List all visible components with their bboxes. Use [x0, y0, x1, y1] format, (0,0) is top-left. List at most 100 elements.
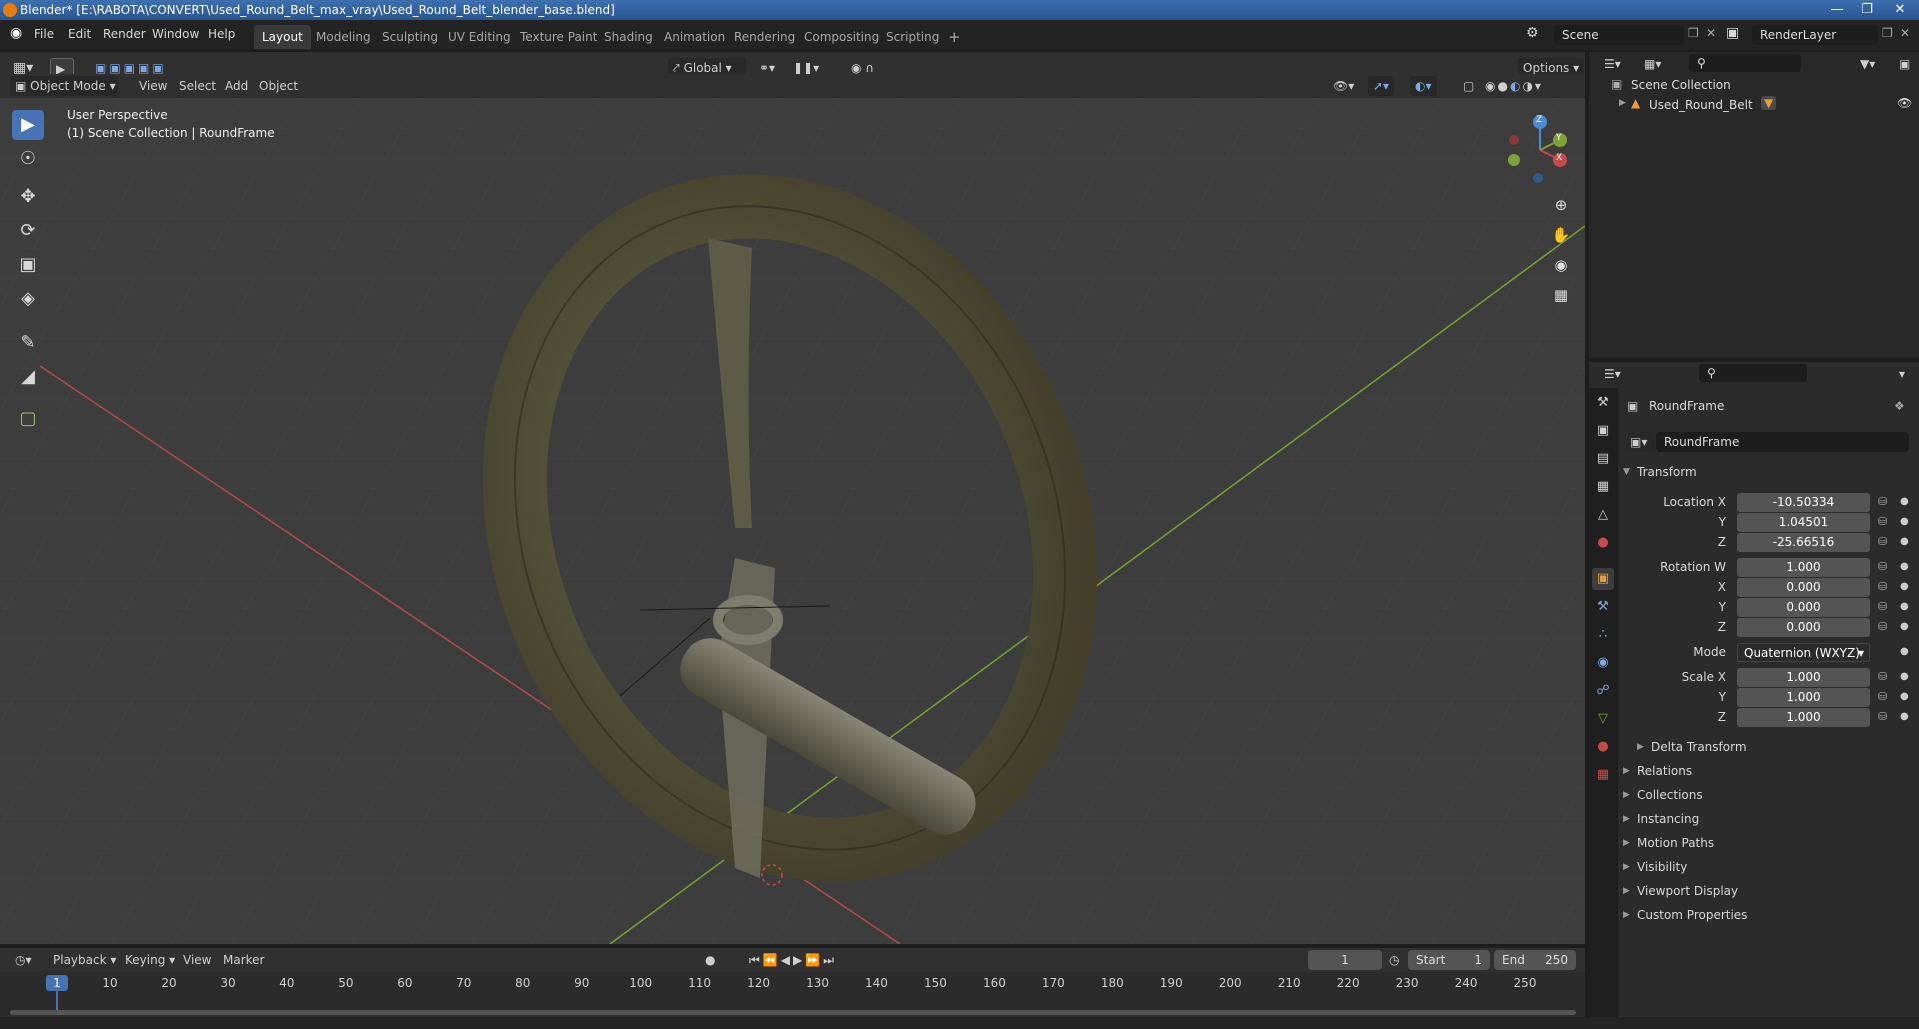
properties-search-input[interactable]: ⚲: [1699, 364, 1807, 382]
rotation-w-field[interactable]: 1.000: [1737, 558, 1870, 577]
keyframe-dot-icon[interactable]: ●: [1900, 646, 1909, 657]
collections-panel[interactable]: ▶ Collections: [1623, 788, 1703, 802]
select-box-tool-icon[interactable]: ▶: [12, 110, 44, 140]
lock-icon[interactable]: ⛁: [1878, 600, 1887, 613]
custom-properties-panel[interactable]: ▶ Custom Properties: [1623, 908, 1747, 922]
move-tool-icon[interactable]: ✥: [12, 182, 44, 212]
outliner-display-mode-icon[interactable]: ▦▾: [1639, 54, 1666, 74]
menu-window[interactable]: Window: [152, 27, 199, 41]
viewport-menu-select[interactable]: Select: [174, 76, 221, 96]
material-tab-icon[interactable]: ●: [1592, 736, 1614, 758]
lock-icon[interactable]: ⛁: [1878, 535, 1887, 548]
scene-name-field[interactable]: Scene: [1554, 25, 1684, 45]
overlay-toggle-icon[interactable]: ◐▾: [1410, 76, 1437, 96]
3d-viewport[interactable]: [0, 98, 1585, 944]
expand-arrow-icon[interactable]: ▶: [1619, 98, 1626, 108]
timeline-menu-playback[interactable]: Playback ▾: [48, 950, 121, 970]
lock-icon[interactable]: ⛁: [1878, 495, 1887, 508]
keyframe-dot-icon[interactable]: ●: [1900, 601, 1909, 612]
navigation-gizmo[interactable]: Z Y X: [1500, 110, 1580, 190]
data-tab-icon[interactable]: ▽: [1592, 708, 1614, 730]
timeline-editor-type-icon[interactable]: ◷▾: [10, 950, 37, 970]
viewport-menu-add[interactable]: Add: [220, 76, 253, 96]
datablock-type-icon[interactable]: ▣▾: [1627, 432, 1655, 452]
scale-x-field[interactable]: 1.000: [1737, 668, 1870, 687]
tab-texture-paint[interactable]: Texture Paint: [512, 25, 605, 49]
start-frame-field[interactable]: Start 1: [1408, 950, 1490, 970]
world-tab-icon[interactable]: ●: [1592, 532, 1614, 554]
transform-panel-header[interactable]: ▼ Transform: [1623, 465, 1697, 479]
outliner-editor-type-icon[interactable]: ☰▾: [1599, 54, 1626, 74]
location-z-field[interactable]: -25.66516: [1737, 533, 1870, 552]
scale-y-field[interactable]: 1.000: [1737, 688, 1870, 707]
scale-z-field[interactable]: 1.000: [1737, 708, 1870, 727]
menu-help[interactable]: Help: [208, 27, 235, 41]
properties-options-icon[interactable]: ▾: [1894, 364, 1910, 384]
modifier-tab-icon[interactable]: ⚒: [1592, 596, 1614, 618]
texture-tab-icon[interactable]: ▦: [1592, 764, 1614, 786]
perspective-toggle-icon[interactable]: ▦: [1548, 282, 1574, 308]
transform-tool-icon[interactable]: ◈: [12, 284, 44, 314]
scene-selector-icon[interactable]: ⚙: [1526, 25, 1539, 41]
timeline-menu-keying[interactable]: Keying ▾: [120, 950, 180, 970]
properties-editor-type-icon[interactable]: ☰▾: [1599, 364, 1626, 384]
visibility-eye-icon[interactable]: 👁: [1897, 96, 1912, 110]
tab-scripting[interactable]: Scripting: [878, 25, 947, 49]
camera-view-icon[interactable]: ◉: [1548, 252, 1574, 278]
rotation-z-field[interactable]: 0.000: [1737, 618, 1870, 637]
timeline-scrollbar[interactable]: [10, 1010, 1576, 1015]
zoom-icon[interactable]: ⊕: [1548, 192, 1574, 218]
tab-sculpting[interactable]: Sculpting: [374, 25, 446, 49]
lock-icon[interactable]: ⛁: [1878, 690, 1887, 703]
new-view-layer-icon[interactable]: ❐: [1882, 26, 1893, 40]
timeline-menu-view[interactable]: View: [178, 950, 216, 970]
keyframe-dot-icon[interactable]: ●: [1900, 581, 1909, 592]
tab-uv-editing[interactable]: UV Editing: [440, 25, 519, 49]
tab-compositing[interactable]: Compositing: [796, 25, 887, 49]
lock-icon[interactable]: ⛁: [1878, 620, 1887, 633]
particles-tab-icon[interactable]: ∴: [1592, 624, 1614, 646]
rotation-y-field[interactable]: 0.000: [1737, 598, 1870, 617]
new-collection-icon[interactable]: ▣: [1894, 54, 1915, 74]
keyframe-dot-icon[interactable]: ●: [1900, 561, 1909, 572]
minimize-button[interactable]: —: [1822, 0, 1852, 20]
pan-hand-icon[interactable]: ✋: [1548, 222, 1574, 248]
add-workspace-button[interactable]: +: [940, 25, 969, 49]
viewport-menu-view[interactable]: View: [134, 76, 172, 96]
output-tab-icon[interactable]: ▤: [1592, 448, 1614, 470]
keyframe-dot-icon[interactable]: ●: [1900, 496, 1909, 507]
object-tab-icon[interactable]: ▣: [1592, 568, 1614, 590]
visibility-panel[interactable]: ▶ Visibility: [1623, 860, 1687, 874]
menu-render[interactable]: Render: [103, 27, 146, 41]
viewport-menu-object[interactable]: Object: [254, 76, 303, 96]
tab-animation[interactable]: Animation: [656, 25, 733, 49]
keyframe-dot-icon[interactable]: ●: [1900, 711, 1909, 722]
end-frame-field[interactable]: End 250: [1494, 950, 1576, 970]
constraints-tab-icon[interactable]: ☍: [1592, 680, 1614, 702]
outliner-item-used-round-belt[interactable]: Used_Round_Belt: [1649, 98, 1753, 112]
rotation-x-field[interactable]: 0.000: [1737, 578, 1870, 597]
rotation-mode-dropdown[interactable]: Quaternion (WXYZ) ▾: [1737, 643, 1870, 662]
lock-icon[interactable]: ⛁: [1878, 710, 1887, 723]
view-layer-icon[interactable]: ▣: [1726, 25, 1739, 41]
keyframe-dot-icon[interactable]: ●: [1900, 621, 1909, 632]
physics-tab-icon[interactable]: ◉: [1592, 652, 1614, 674]
new-scene-icon[interactable]: ❐: [1688, 26, 1699, 40]
motion-paths-panel[interactable]: ▶ Motion Paths: [1623, 836, 1714, 850]
location-x-field[interactable]: -10.50334: [1737, 493, 1870, 512]
preview-range-icon[interactable]: ◷: [1384, 950, 1404, 970]
tab-modeling[interactable]: Modeling: [308, 25, 379, 49]
scale-tool-icon[interactable]: ▣: [12, 250, 44, 280]
modifier-icon[interactable]: ▼: [1761, 96, 1777, 110]
blender-menu-icon[interactable]: ◉: [10, 25, 22, 41]
delta-transform-subpanel[interactable]: ▶ Delta Transform: [1637, 740, 1747, 754]
menu-edit[interactable]: Edit: [68, 27, 91, 41]
scene-tab-icon[interactable]: △: [1592, 504, 1614, 526]
maximize-button[interactable]: ❐: [1852, 0, 1882, 20]
delete-scene-icon[interactable]: ✕: [1706, 26, 1716, 40]
playback-controls-icons[interactable]: ⏮⏪◀▶⏩⏭: [744, 950, 842, 970]
keyframe-dot-icon[interactable]: ●: [1900, 516, 1909, 527]
current-frame-field[interactable]: 1: [1308, 950, 1382, 970]
tab-layout[interactable]: Layout: [254, 25, 311, 49]
mode-dropdown[interactable]: ▣ Object Mode ▾: [10, 76, 118, 96]
